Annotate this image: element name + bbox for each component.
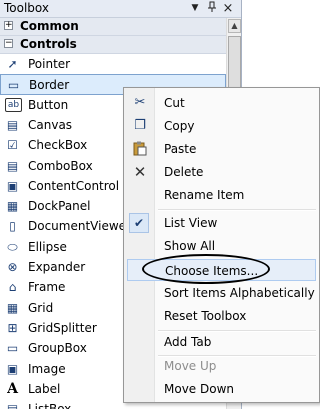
image-icon: ▣ [6,361,19,376]
menu-item-move-down-label: Move Down [164,382,234,396]
dockpanel-icon: ▦ [6,199,19,214]
menu-item-copy-label: Copy [164,119,195,133]
border-icon: ▭ [7,78,20,93]
menu-item-sort-label: Sort Items Alphabetically [164,286,315,300]
listbox-icon: ▤ [5,402,20,409]
toolbox-item-label: GridSplitter [28,320,97,335]
document-viewer-icon: ▯ [9,219,16,234]
toolbox-item-label: ContentControl [28,178,120,193]
menu-item-paste-label: Paste [164,142,197,156]
pointer-icon: ➚ [7,57,18,71]
grid-icon: ▦ [6,300,19,315]
menu-item-cut-label: Cut [164,96,185,110]
toolbox-item-label: Ellipse [28,239,67,254]
toolbox-item-label: Label [28,381,61,396]
tab-common[interactable]: + Common [0,18,226,36]
toolbox-item-label: DockPanel [28,199,91,214]
tab-controls-label: Controls [20,37,77,51]
copy-icon: ❐ [134,118,146,133]
menu-item-add-tab[interactable]: Add Tab [124,331,319,353]
dropdown-arrow-icon[interactable]: ▼ [188,1,202,16]
label-icon: A [7,380,18,397]
menu-item-show-all-label: Show All [164,239,216,253]
pin-icon[interactable] [205,1,219,17]
menu-item-sort-alphabetically[interactable]: Sort Items Alphabetically [124,282,319,304]
menu-item-move-up-label: Move Up [164,359,217,373]
menu-item-list-view-label: List View [164,216,218,230]
menu-separator [158,209,316,211]
menu-item-copy[interactable]: ❐ Copy [124,115,319,137]
menu-item-rename[interactable]: Rename Item [124,184,319,206]
scroll-up-arrow-icon[interactable]: ▲ [228,19,241,33]
delete-icon: ✕ [133,163,147,181]
toolbox-titlebar: Toolbox ▼ × [0,0,241,18]
menu-item-move-up: Move Up [124,355,319,377]
expand-icon[interactable]: + [4,21,13,30]
toolbox-item-label: Border [29,78,70,93]
menu-item-paste[interactable]: Paste [124,138,319,160]
menu-item-choose-items[interactable]: Choose Items... [127,259,316,281]
toolbox-item-label: Canvas [28,117,73,132]
expander-icon: ⊗ [7,260,18,274]
tab-common-label: Common [20,19,79,33]
toolbox-item-label: ListBox [28,402,71,409]
menu-item-add-tab-label: Add Tab [164,335,212,349]
toolbox-title: Toolbox [4,1,49,15]
menu-item-move-down[interactable]: Move Down [124,378,319,400]
toolbox-item-label: Image [28,361,66,376]
gridsplitter-icon: ⊞ [7,320,18,335]
menu-item-cut[interactable]: ✂ Cut [124,92,319,114]
toolbox-item-label: CheckBox [28,138,88,153]
toolbox-item-pointer[interactable]: ➚ Pointer [0,54,226,75]
paste-icon [132,141,148,157]
checkmark-icon: ✔ [129,213,149,233]
toolbox-item-label: Expander [28,260,86,274]
combobox-icon: ▤ [6,158,19,173]
tab-controls[interactable]: − Controls [0,36,226,54]
menu-item-reset-label: Reset Toolbox [164,309,247,323]
content-control-icon: ▣ [6,178,19,193]
toolbox-item-label: GroupBox [28,341,87,356]
cut-icon: ✂ [134,95,146,110]
context-menu: ✂ Cut ❐ Copy Paste ✕ Delete Rename Item … [123,87,320,403]
menu-item-reset-toolbox[interactable]: Reset Toolbox [124,305,319,327]
close-icon[interactable]: × [221,1,235,16]
toolbox-item-label: Pointer [28,57,71,71]
menu-item-delete[interactable]: ✕ Delete [124,161,319,183]
menu-item-choose-items-label: Choose Items... [165,264,259,278]
toolbox-item-label: DocumentViewer [28,219,131,234]
toolbox-item-label: ComboBox [28,158,93,173]
button-icon: ab [5,97,22,112]
toolbox-item-label: Button [28,97,69,112]
frame-icon: ⌂ [8,280,17,295]
collapse-icon[interactable]: − [4,39,13,48]
ellipse-icon: ⬭ [7,239,18,254]
toolbox-item-label: Grid [28,300,54,315]
groupbox-icon: ▭ [6,341,19,356]
menu-item-show-all[interactable]: Show All [124,235,319,257]
menu-item-delete-label: Delete [164,165,204,179]
toolbox-item-label: Frame [28,280,66,295]
canvas-icon: ▤ [6,117,19,132]
menu-item-list-view[interactable]: ✔ List View [124,212,319,234]
menu-item-rename-label: Rename Item [164,188,245,202]
checkbox-icon: ☑ [7,138,18,153]
